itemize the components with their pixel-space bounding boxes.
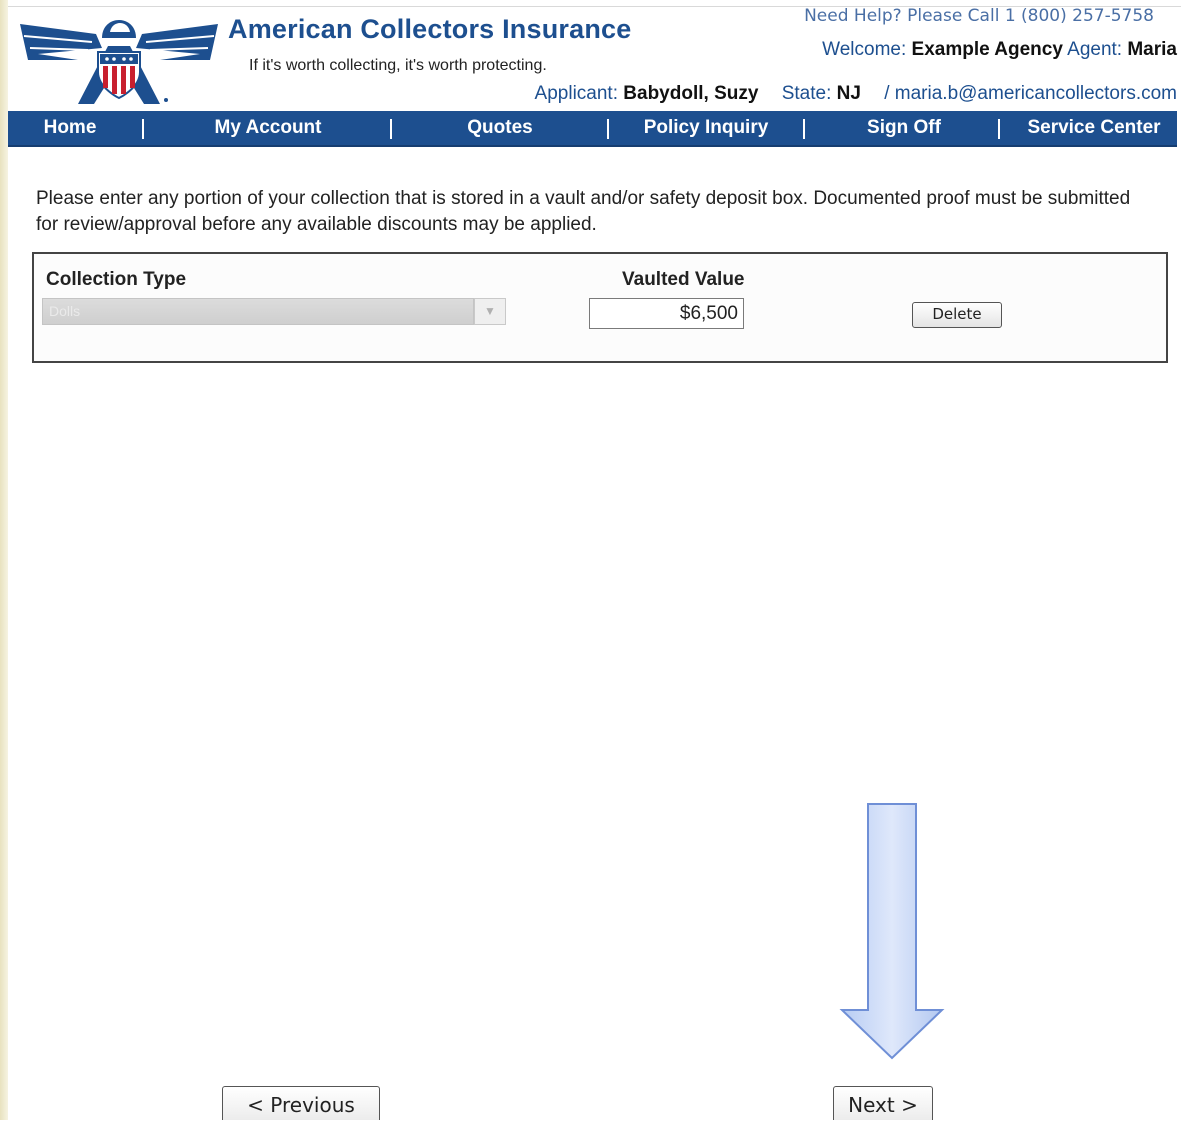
vaulted-collection-panel: Collection Type Vaulted Value Dolls ▼ De… [32, 252, 1168, 363]
nav-separator [142, 119, 144, 139]
main-nav: Home My Account Quotes Policy Inquiry Si… [8, 111, 1177, 147]
chevron-down-icon[interactable]: ▼ [474, 298, 506, 325]
next-button[interactable]: Next > [833, 1086, 933, 1120]
nav-service-center[interactable]: Service Center [1020, 111, 1168, 145]
brand-tagline: If it's worth collecting, it's worth pro… [249, 57, 547, 74]
email-separator: / [884, 83, 890, 104]
agent-email-link[interactable]: maria.b@americancollectors.com [895, 83, 1177, 104]
nav-separator [607, 119, 609, 139]
nav-my-account[interactable]: My Account [178, 111, 358, 145]
nav-separator [998, 119, 1000, 139]
collection-type-select[interactable]: Dolls [42, 298, 474, 325]
down-arrow-callout-icon [839, 803, 945, 1060]
state-value: NJ [836, 83, 861, 104]
previous-button[interactable]: < Previous [222, 1086, 380, 1120]
nav-home[interactable]: Home [18, 111, 122, 145]
vault-instructions: Please enter any portion of your collect… [36, 188, 1131, 235]
collection-type-header: Collection Type [46, 269, 187, 290]
state-label: State: [781, 83, 832, 104]
brand-title: American Collectors Insurance [228, 14, 632, 44]
applicant-info-line: Applicant: Babydoll, Suzy State: NJ / ma… [535, 83, 1177, 105]
applicant-name: Babydoll, Suzy [623, 83, 759, 104]
applicant-label: Applicant: [534, 83, 618, 104]
vaulted-value-input[interactable] [589, 298, 744, 329]
delete-button[interactable]: Delete [912, 302, 1002, 328]
agency-name: Example Agency [911, 39, 1063, 60]
help-phone-text: Need Help? Please Call 1 (800) 257-5758 [804, 6, 1154, 26]
welcome-line: Welcome: Example Agency Agent: Maria [822, 39, 1177, 61]
nav-sign-off[interactable]: Sign Off [844, 111, 964, 145]
nav-separator [803, 119, 805, 139]
welcome-label: Welcome: [822, 39, 907, 60]
nav-separator [390, 119, 392, 139]
left-edge-strip [0, 0, 8, 1120]
agent-label: Agent: [1067, 39, 1123, 60]
eagle-shield-logo [20, 20, 218, 104]
vaulted-value-header: Vaulted Value [622, 269, 745, 290]
nav-quotes[interactable]: Quotes [438, 111, 562, 145]
agent-name: Maria [1127, 39, 1177, 60]
nav-policy-inquiry[interactable]: Policy Inquiry [632, 111, 780, 145]
